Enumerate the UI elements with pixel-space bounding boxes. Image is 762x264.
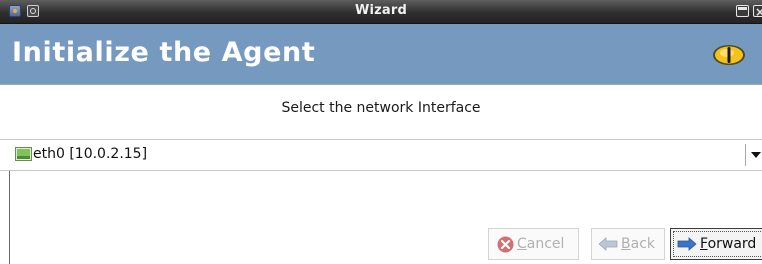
network-interface-select[interactable]: eth0 [10.0.2.15] — [0, 139, 762, 171]
cancel-label: Cancel — [517, 236, 565, 252]
cancel-button[interactable]: Cancel — [488, 228, 579, 260]
forward-label: Forward — [700, 236, 757, 252]
page-title: Initialize the Agent — [12, 37, 316, 68]
forward-arrow-icon — [677, 237, 697, 251]
selected-interface: eth0 [10.0.2.15] — [33, 146, 148, 162]
title-bar: Wizard × — [0, 0, 762, 24]
close-icon[interactable]: × — [753, 5, 762, 18]
back-arrow-icon — [598, 237, 618, 251]
select-prompt: Select the network Interface — [281, 100, 481, 116]
window-title: Wizard — [354, 3, 408, 18]
cancel-icon — [497, 236, 514, 252]
header-divider — [0, 84, 762, 85]
maximize-icon[interactable] — [736, 5, 749, 17]
back-button[interactable]: Back — [591, 228, 665, 260]
chevron-down-icon[interactable] — [751, 152, 761, 158]
network-interface-icon — [15, 147, 32, 161]
header-banner: Initialize the Agent — [0, 24, 762, 84]
forward-button[interactable]: Forward — [670, 228, 762, 260]
left-border — [9, 171, 10, 264]
dropdown-separator — [745, 144, 746, 166]
back-label: Back — [621, 236, 655, 252]
eye-icon — [713, 45, 745, 65]
